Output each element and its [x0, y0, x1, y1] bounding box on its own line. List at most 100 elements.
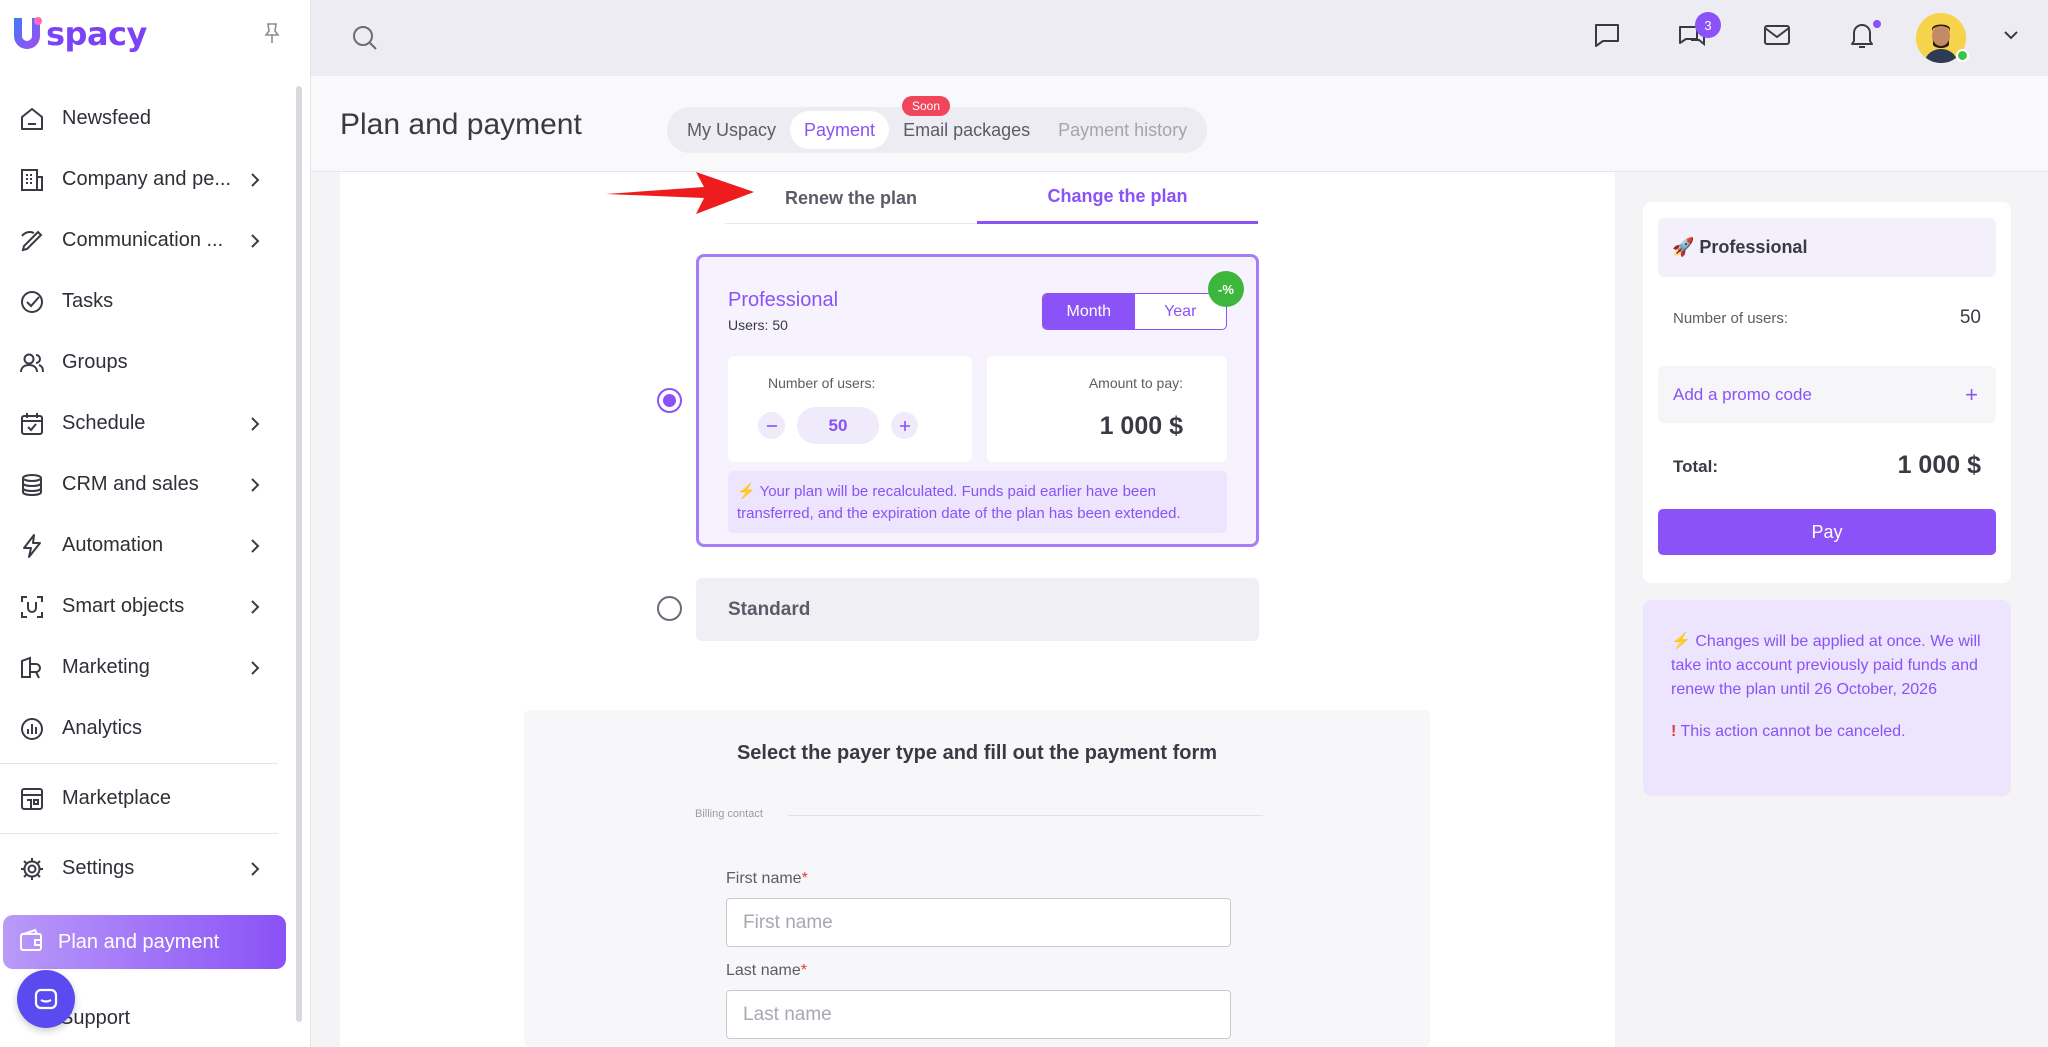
calendar-icon — [18, 410, 46, 438]
pay-button[interactable]: Pay — [1658, 509, 1996, 555]
period-month-button[interactable]: Month — [1043, 294, 1135, 329]
billing-period-toggle: Month Year — [1042, 293, 1227, 330]
increment-button[interactable] — [891, 412, 918, 439]
chat-count-badge: 3 — [1695, 12, 1721, 38]
order-summary: 🚀 Professional Number of users: 50 Add a… — [1643, 202, 2011, 583]
sidebar-item-label: CRM and sales — [62, 473, 199, 495]
sidebar-item-analytics[interactable]: Analytics — [0, 698, 300, 759]
sidebar-item-smart-objects[interactable]: Smart objects — [0, 576, 300, 637]
sidebar-item-marketplace[interactable]: Marketplace — [0, 768, 300, 829]
warning-text: This action cannot be canceled. — [1676, 723, 1906, 740]
plan-radio-standard[interactable] — [657, 596, 682, 621]
recalculation-note: ⚡ Your plan will be recalculated. Funds … — [728, 471, 1227, 533]
chevron-down-icon[interactable] — [2003, 29, 2019, 41]
notice-text: ⚡ Changes will be applied at once. We wi… — [1671, 633, 1981, 698]
chart-icon — [18, 715, 46, 743]
sidebar-scrollbar[interactable] — [296, 86, 302, 1022]
scan-icon — [18, 593, 46, 621]
chevron-right-icon — [250, 538, 260, 554]
summary-users-label: Number of users: — [1673, 310, 1789, 327]
users-count-label: Number of users: — [768, 375, 876, 391]
sidebar-item-label: Groups — [62, 351, 128, 373]
chevron-right-icon — [250, 416, 260, 432]
first-name-field[interactable] — [726, 898, 1231, 947]
sidebar-item-tasks[interactable]: Tasks — [0, 271, 300, 332]
add-promo-code-button[interactable]: Add a promo code + — [1658, 366, 1996, 423]
chevron-right-icon — [250, 477, 260, 493]
tab-email-packages[interactable]: Email packages — [889, 111, 1044, 149]
form-title: Select the payer type and fill out the p… — [736, 742, 1218, 764]
billing-section-label: Billing contact — [695, 808, 763, 820]
sidebar-item-newsfeed[interactable]: Newsfeed — [0, 88, 300, 149]
divider — [788, 815, 1263, 816]
sidebar-item-automation[interactable]: Automation — [0, 515, 300, 576]
plan-option-professional[interactable]: Professional Users: 50 Month Year -% Num… — [696, 254, 1259, 547]
message-icon[interactable] — [1592, 20, 1622, 50]
required-mark: * — [800, 962, 807, 979]
plus-icon — [899, 420, 910, 431]
plan-users: Users: 50 — [728, 317, 788, 333]
sidebar-item-label: Marketplace — [62, 787, 171, 809]
sidebar-item-groups[interactable]: Groups — [0, 332, 300, 393]
pin-icon[interactable] — [262, 22, 282, 44]
last-name-field[interactable] — [726, 990, 1231, 1039]
store-icon — [18, 785, 46, 813]
sidebar-item-schedule[interactable]: Schedule — [0, 393, 300, 454]
sidebar-item-communication[interactable]: Communication ... — [0, 210, 300, 271]
mail-icon[interactable] — [1762, 20, 1792, 50]
lightning-icon — [18, 532, 46, 560]
top-bar: 3 — [311, 0, 2048, 76]
users-stepper: 50 — [758, 407, 918, 444]
logo-u-icon — [14, 17, 42, 49]
sidebar-item-label: Settings — [62, 857, 135, 879]
users-count-value[interactable]: 50 — [797, 407, 879, 444]
wallet-icon — [18, 928, 46, 956]
payment-form: Select the payer type and fill out the p… — [524, 710, 1430, 1047]
promo-label: Add a promo code — [1673, 384, 1812, 404]
tab-payment-history[interactable]: Payment history — [1044, 111, 1201, 149]
sidebar-item-label: Schedule — [62, 412, 146, 434]
first-name-label-text: First name — [726, 870, 802, 887]
plan-option-standard[interactable]: Standard — [696, 578, 1259, 641]
sidebar-item-settings[interactable]: Settings — [0, 838, 300, 899]
online-status-dot — [1956, 49, 1969, 62]
sidebar-nav: Newsfeed Company and pe... Communication… — [0, 88, 300, 899]
help-chat-button[interactable] — [17, 970, 75, 1028]
sidebar-item-plan-and-payment[interactable]: Plan and payment — [3, 915, 286, 969]
tab-payment[interactable]: Payment — [790, 111, 890, 149]
app-logo[interactable]: spacy — [10, 14, 147, 54]
database-icon — [18, 471, 46, 499]
plan-radio-professional[interactable] — [657, 388, 682, 413]
search-icon[interactable] — [351, 24, 379, 52]
chat-icon — [34, 988, 58, 1010]
sidebar-item-label: Marketing — [62, 656, 150, 678]
required-mark: * — [801, 870, 808, 887]
tab-change-plan[interactable]: Change the plan — [977, 172, 1258, 224]
check-circle-icon — [18, 288, 46, 316]
total-value: 1 000 $ — [1897, 451, 1981, 479]
total-label: Total: — [1673, 457, 1719, 476]
summary-users-value: 50 — [1959, 307, 1981, 328]
sidebar: spacy Newsfeed Company and pe... Communi… — [0, 0, 311, 1047]
users-count-card: Number of users: 50 — [728, 356, 972, 462]
sidebar-item-company[interactable]: Company and pe... — [0, 149, 300, 210]
sidebar-item-label: Plan and payment — [58, 930, 220, 953]
amount-label: Amount to pay: — [1088, 375, 1183, 391]
sidebar-item-label: Tasks — [62, 290, 114, 312]
page-header: Plan and payment My Uspacy Payment Email… — [311, 76, 2048, 172]
decrement-button[interactable] — [758, 412, 785, 439]
gear-icon — [18, 855, 46, 883]
discount-badge: -% — [1208, 271, 1244, 307]
amount-value: 1 000 $ — [1099, 412, 1183, 440]
tab-renew-plan[interactable]: Renew the plan — [725, 172, 977, 224]
communication-icon — [18, 227, 46, 255]
last-name-label-text: Last name — [726, 962, 801, 979]
sidebar-item-marketing[interactable]: Marketing — [0, 637, 300, 698]
soon-badge: Soon — [902, 96, 951, 116]
tab-my-uspacy[interactable]: My Uspacy — [673, 111, 790, 149]
minus-icon — [766, 424, 777, 427]
last-name-label: Last name* — [726, 962, 807, 980]
sidebar-item-crm[interactable]: CRM and sales — [0, 454, 300, 515]
home-icon — [18, 105, 46, 133]
red-arrow-annotation — [606, 172, 754, 214]
